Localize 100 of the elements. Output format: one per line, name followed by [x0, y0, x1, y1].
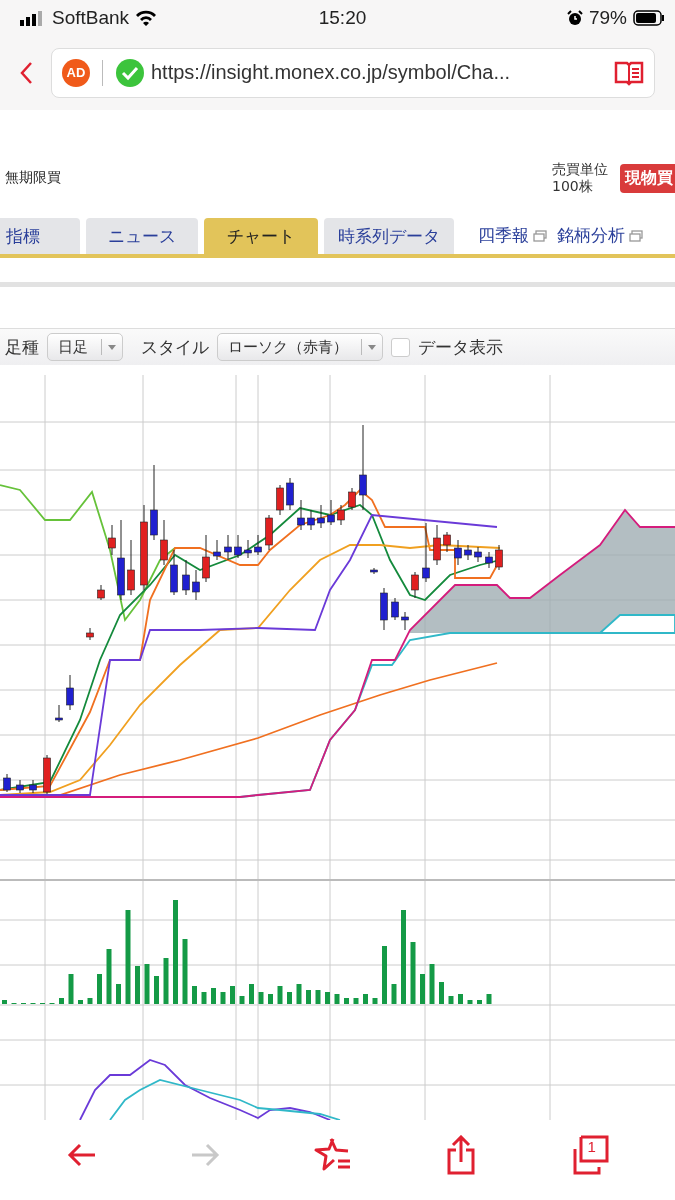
checkbox[interactable] [391, 337, 410, 357]
new-window-icon [533, 230, 547, 242]
url-text: https://insight.monex.co.jp/symbol/Cha... [151, 61, 512, 84]
battery-icon [633, 9, 665, 26]
tab[interactable]: 時系列データ [324, 218, 454, 254]
volume-bar [154, 976, 159, 1004]
volume-bar [249, 984, 254, 1004]
candlestick [348, 487, 356, 511]
address-bar[interactable]: AD https://insight.monex.co.jp/symbol/Cha... [51, 47, 655, 98]
volume-bar [391, 984, 397, 1004]
volume-bar [486, 994, 492, 1004]
volume-bar [135, 966, 140, 1004]
volume-bar [363, 994, 368, 1004]
volume-bar [201, 992, 207, 1004]
candlestick [297, 499, 305, 531]
back-chevron-icon[interactable] [19, 60, 33, 85]
tab[interactable]: チャート [204, 218, 318, 254]
book-icon[interactable] [614, 59, 644, 86]
candlestick [433, 524, 441, 566]
candlestick [443, 531, 451, 553]
external-link[interactable]: 四季報 [478, 223, 529, 247]
candlestick [422, 522, 430, 583]
volume-bar [97, 974, 102, 1004]
volume-bar [382, 946, 387, 1004]
candlestick [401, 611, 409, 631]
volume-bar [477, 1000, 482, 1004]
interval-dropdown[interactable]: 日足 [47, 333, 123, 361]
candlestick [485, 551, 493, 569]
candlestick [317, 504, 325, 529]
candlestick [276, 484, 284, 516]
candlestick [127, 539, 135, 596]
volume-bar [116, 984, 121, 1004]
candlestick [160, 519, 168, 566]
external-link[interactable]: 銘柄分析 [557, 223, 625, 247]
candlestick [29, 779, 37, 794]
candlestick [16, 779, 24, 794]
candlestick [86, 627, 94, 641]
volume-bar [220, 992, 226, 1004]
order-type-label: 無期限買 [5, 169, 62, 187]
candlestick [265, 514, 273, 551]
candlestick [495, 544, 503, 571]
candlestick [380, 587, 388, 631]
volume-bar [420, 974, 425, 1004]
carrier-name: SoftBank [52, 6, 130, 29]
data-display-label: データ表示 [418, 335, 503, 359]
tab[interactable]: ニュース [86, 218, 198, 254]
candlestick [286, 477, 294, 511]
clock-time: 15:20 [318, 6, 367, 29]
volume-bar [211, 988, 216, 1004]
volume-bar [87, 998, 93, 1004]
candlestick [3, 773, 11, 793]
candlestick [55, 704, 63, 723]
volume-bar [78, 1000, 83, 1004]
candlestick [454, 539, 462, 566]
share-icon[interactable] [445, 1135, 476, 1175]
volume-bar [287, 992, 292, 1004]
caret-icon [368, 344, 376, 350]
alarm-icon [566, 9, 583, 26]
volume-bar [429, 964, 435, 1004]
volume-bar [239, 996, 245, 1004]
trade-unit-value: 100株 [552, 178, 594, 195]
volume-bar [296, 984, 302, 1004]
style-label: スタイル [141, 335, 209, 359]
candlestick [213, 539, 221, 561]
candlestick [370, 567, 378, 575]
volume-bar [344, 998, 349, 1004]
tabs-button[interactable]: 1 [568, 1135, 609, 1175]
interval-label: 足種 [5, 335, 39, 359]
candlestick [244, 539, 252, 559]
bookmark-star-icon[interactable] [312, 1137, 353, 1173]
volume-bar [192, 986, 197, 1004]
tab[interactable]: 指標 [0, 218, 80, 254]
volume-bar [410, 942, 416, 1004]
buy-button[interactable]: 現物買 [620, 163, 675, 193]
volume-bar [467, 1000, 473, 1004]
candlestick [66, 674, 74, 711]
volume-bar [59, 998, 64, 1004]
volume-bar [372, 998, 378, 1004]
volume-bar [2, 1000, 7, 1004]
volume-bar [182, 939, 188, 1004]
candlestick [224, 534, 232, 561]
volume-bar [144, 964, 150, 1004]
volume-bar [353, 998, 359, 1004]
candlestick [307, 509, 315, 531]
volume-bar [230, 986, 235, 1004]
candlestick [337, 504, 345, 526]
candlestick [182, 559, 190, 596]
candlestick [43, 754, 51, 795]
candlestick [464, 544, 472, 561]
candlestick [391, 597, 399, 621]
candlestick [192, 569, 200, 601]
candlestick [202, 534, 210, 583]
candlestick [234, 534, 242, 559]
caret-icon [108, 344, 116, 350]
candlestick [474, 546, 482, 563]
back-arrow-icon[interactable] [66, 1143, 97, 1167]
volume-bar [448, 996, 454, 1004]
volume-bar [106, 949, 112, 1004]
volume-bar [334, 994, 340, 1004]
style-dropdown[interactable]: ローソク（赤青） [217, 333, 383, 361]
